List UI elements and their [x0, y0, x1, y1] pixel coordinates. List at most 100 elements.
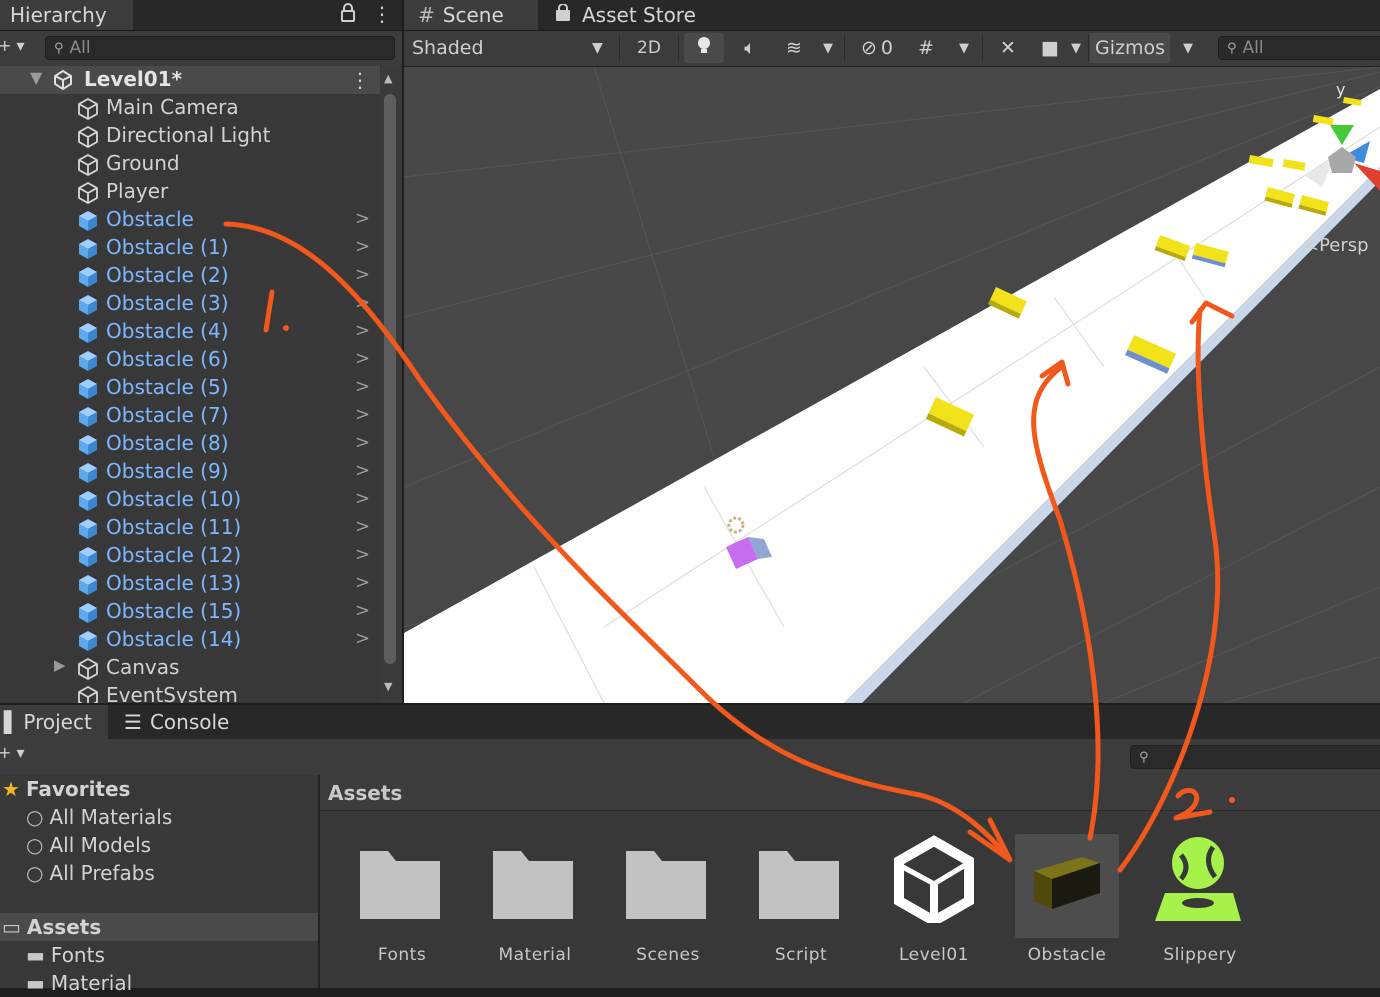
hierarchy-scroll-thumb[interactable] [384, 94, 396, 664]
hierarchy-item[interactable]: Obstacle (6) > [0, 346, 380, 374]
asset-level01[interactable]: Level01 [879, 833, 989, 965]
chevron-right-icon[interactable]: > [355, 432, 370, 453]
hierarchy-search-input[interactable]: ⚲ All [45, 36, 395, 60]
hierarchy-item[interactable]: Obstacle (11) > [0, 514, 380, 542]
chevron-right-icon[interactable]: > [355, 572, 370, 593]
hierarchy-scrollbar[interactable]: ▲ ▼ [381, 66, 401, 703]
hierarchy-item[interactable]: Obstacle (12) > [0, 542, 380, 570]
tab-asset-store[interactable]: Asset Store [554, 0, 724, 30]
more-options-icon[interactable]: ⋮ [372, 2, 392, 26]
hierarchy-item[interactable]: Player [0, 178, 380, 206]
gameobject-cube-icon [76, 657, 100, 681]
asset-material[interactable]: Material [480, 833, 590, 965]
search-icon: ⚲ [1227, 40, 1237, 56]
grid-snap-toggle[interactable]: # [906, 33, 946, 63]
prefab-cube-icon [76, 545, 100, 569]
chevron-right-icon[interactable]: > [355, 264, 370, 285]
scroll-down-icon[interactable]: ▼ [384, 680, 392, 693]
chevron-right-icon[interactable]: > [355, 628, 370, 649]
hierarchy-item[interactable]: ▶ Canvas [0, 654, 380, 682]
projection-label: Persp [1319, 235, 1369, 256]
projection-mode-label[interactable]: <Persp [1304, 235, 1369, 256]
tools-toggle[interactable]: ✕ [988, 33, 1028, 63]
folder-icon [626, 851, 706, 919]
lighting-toggle[interactable] [684, 33, 724, 63]
scene-search-input[interactable]: ⚲ All [1218, 36, 1380, 60]
chevron-right-icon[interactable]: > [355, 292, 370, 313]
chevron-right-icon[interactable]: > [355, 404, 370, 425]
hidden-objects-toggle[interactable]: ⊘ 0 [852, 33, 902, 63]
hierarchy-item[interactable]: Main Camera [0, 94, 380, 122]
hierarchy-item[interactable]: Obstacle (9) > [0, 458, 380, 486]
scene-header-row[interactable]: ▼ Level01* ⋮ [0, 66, 380, 94]
scene-viewport[interactable]: y <Persp [404, 67, 1380, 703]
gizmos-button[interactable]: Gizmos [1090, 33, 1170, 63]
gizmo-y-label: y [1336, 80, 1345, 99]
hierarchy-item[interactable]: Obstacle (10) > [0, 486, 380, 514]
hierarchy-item-label: Obstacle (1) [106, 235, 229, 259]
hierarchy-item[interactable]: Obstacle (13) > [0, 570, 380, 598]
prefab-cube-icon [76, 573, 100, 597]
tab-scene[interactable]: # Scene [404, 0, 538, 30]
prefab-cube-icon [76, 293, 100, 317]
asset-label: Material [498, 945, 572, 965]
audio-toggle[interactable]: 🔈︎ [730, 33, 770, 63]
hierarchy-item-label: Directional Light [106, 123, 271, 147]
toggle-2d-button[interactable]: 2D [629, 33, 669, 63]
asset-slippery[interactable]: Slippery [1145, 833, 1255, 965]
hierarchy-item[interactable]: Obstacle (1) > [0, 234, 380, 262]
hierarchy-tab-bar: Hierarchy ⋮ [0, 0, 402, 31]
scene-name: Level01* [84, 67, 183, 91]
asset-obstacle-prefab[interactable]: Obstacle [1012, 833, 1122, 965]
scene-menu-icon[interactable]: ⋮ [350, 68, 370, 92]
chevron-right-icon[interactable]: > [355, 376, 370, 397]
hierarchy-item-label: EventSystem [106, 683, 238, 703]
grid-dropdown[interactable]: ▼ [952, 33, 976, 63]
hierarchy-item-label: Obstacle (3) [106, 291, 229, 315]
hierarchy-item[interactable]: Directional Light [0, 122, 380, 150]
camera-dropdown[interactable]: ▼ [1064, 33, 1088, 63]
hierarchy-item[interactable]: EventSystem [0, 682, 380, 703]
chevron-right-icon[interactable]: > [355, 488, 370, 509]
chevron-right-icon[interactable]: > [355, 348, 370, 369]
hierarchy-item-label: Obstacle (8) [106, 431, 229, 455]
folder-icon [493, 851, 573, 919]
prefab-cube-icon [76, 265, 100, 289]
shading-mode-dropdown[interactable]: Shaded ▼ [412, 33, 612, 63]
prefab-cube-icon [76, 321, 100, 345]
tab-hierarchy[interactable]: Hierarchy [0, 0, 133, 30]
chevron-right-icon[interactable]: > [355, 600, 370, 621]
hierarchy-item[interactable]: Obstacle (5) > [0, 374, 380, 402]
hierarchy-item[interactable]: Obstacle (14) > [0, 626, 380, 654]
hierarchy-item[interactable]: Obstacle > [0, 206, 380, 234]
chevron-right-icon[interactable]: > [355, 236, 370, 257]
chevron-right-icon[interactable]: > [355, 516, 370, 537]
hierarchy-item[interactable]: Obstacle (2) > [0, 262, 380, 290]
asset-script[interactable]: Script [746, 833, 856, 965]
asset-fonts[interactable]: Fonts [347, 833, 457, 965]
lock-icon[interactable] [340, 3, 356, 28]
hierarchy-item[interactable]: Obstacle (4) > [0, 318, 380, 346]
folder-icon [360, 851, 440, 919]
gizmos-dropdown[interactable]: ▼ [1176, 33, 1200, 63]
asset-scenes[interactable]: Scenes [613, 833, 723, 965]
camera-toggle[interactable]: ■ [1032, 33, 1068, 63]
prefab-cube-icon [76, 489, 100, 513]
effects-dropdown[interactable]: ▼ [816, 33, 840, 63]
add-dropdown-icon[interactable]: + ▾ [0, 36, 25, 55]
chevron-right-icon[interactable]: > [355, 544, 370, 565]
hierarchy-item[interactable]: Obstacle (3) > [0, 290, 380, 318]
effects-toggle[interactable]: ≋ [774, 33, 814, 63]
expand-arrow-icon[interactable]: ▼ [30, 68, 42, 87]
hierarchy-item[interactable]: Obstacle (7) > [0, 402, 380, 430]
hierarchy-item[interactable]: Obstacle (15) > [0, 598, 380, 626]
hierarchy-item-label: Obstacle [106, 207, 194, 231]
chevron-right-icon[interactable]: > [355, 208, 370, 229]
hierarchy-item-label: Obstacle (15) [106, 599, 242, 623]
hierarchy-item[interactable]: Obstacle (8) > [0, 430, 380, 458]
expand-arrow-icon[interactable]: ▶ [54, 656, 66, 674]
scroll-up-icon[interactable]: ▲ [384, 72, 392, 85]
chevron-right-icon[interactable]: > [355, 320, 370, 341]
chevron-right-icon[interactable]: > [355, 460, 370, 481]
hierarchy-item[interactable]: Ground [0, 150, 380, 178]
